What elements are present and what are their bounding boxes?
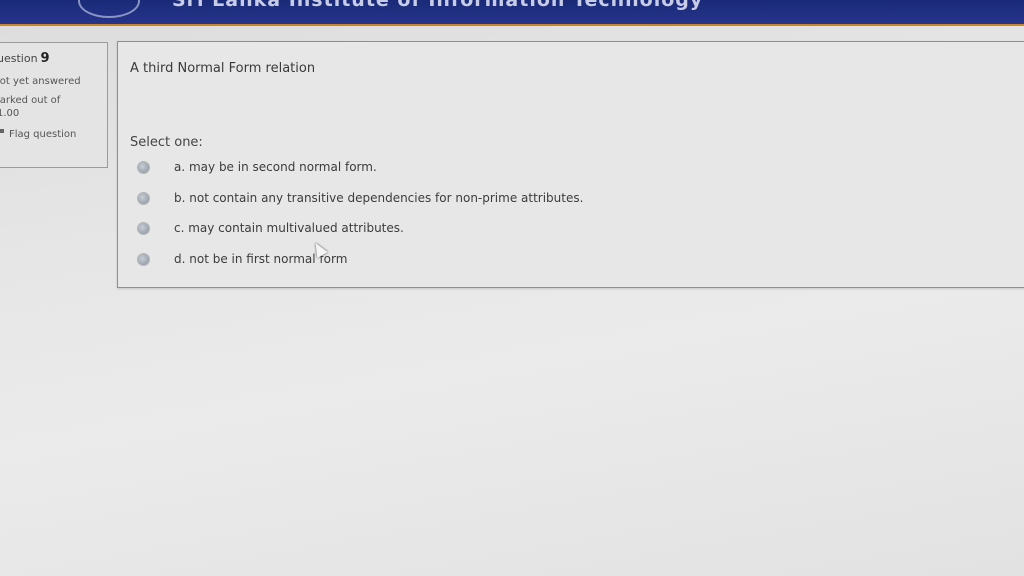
select-one-prompt: Select one: [130, 135, 203, 150]
answer-option-label[interactable]: c. may contain multivalued attributes. [174, 221, 404, 235]
marks-value: 1.00 [0, 108, 20, 119]
answer-option-a[interactable]: a. may be in second normal form. [138, 157, 377, 177]
answer-status: lot yet answered [0, 76, 81, 87]
radio-button-a[interactable] [138, 161, 149, 173]
flag-question-link[interactable]: Flag question [0, 129, 107, 140]
question-text: A third Normal Form relation [130, 61, 316, 76]
answer-option-c[interactable]: c. may contain multivalued attributes. [138, 218, 404, 238]
question-panel: A third Normal Form relation Select one:… [117, 41, 1024, 288]
site-header-banner: Sri Lanka Institute of Information Techn… [0, 0, 1024, 26]
site-title: Sri Lanka Institute of Information Techn… [172, 0, 704, 11]
radio-button-c[interactable] [138, 222, 149, 234]
flag-icon [0, 129, 6, 138]
question-number: 9 [40, 51, 50, 66]
answer-option-b[interactable]: b. not contain any transitive dependenci… [138, 188, 583, 208]
answer-option-label[interactable]: a. may be in second normal form. [174, 160, 377, 174]
question-label-text: uestion [0, 52, 38, 65]
radio-button-b[interactable] [138, 192, 149, 204]
question-info-panel: uestion 9 lot yet answered larked out of … [0, 42, 108, 168]
answer-option-label[interactable]: b. not contain any transitive dependenci… [174, 191, 583, 205]
flag-question-label: Flag question [9, 129, 77, 140]
marks-label: larked out of [0, 95, 61, 106]
radio-button-d[interactable] [138, 253, 149, 265]
marks-info: larked out of 1.00 [0, 94, 107, 120]
header-divider [0, 24, 1024, 26]
question-number-label: uestion 9 [0, 51, 107, 66]
institute-logo-icon [78, 0, 140, 18]
